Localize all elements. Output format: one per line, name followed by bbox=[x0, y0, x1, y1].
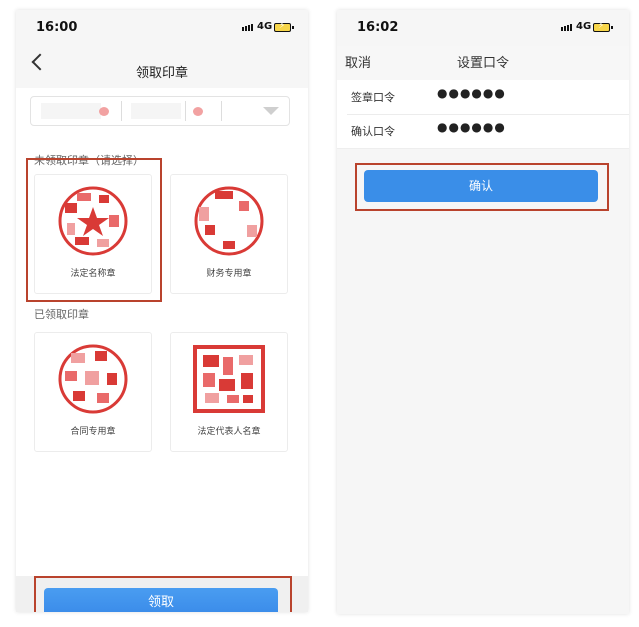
seal-card-finance[interactable]: 财务专用章 bbox=[170, 174, 288, 294]
seal-image bbox=[193, 345, 265, 413]
status-bar: 16:02 4G ⚡ bbox=[337, 10, 629, 46]
seal-panel: 未领取印章（请选择） 法定名称章 财务专用章 已领取印章 合同专用章 法定代表人… bbox=[16, 88, 308, 576]
peach-icon bbox=[193, 107, 203, 116]
network-label: 4G bbox=[257, 21, 273, 32]
confirm-password-row[interactable]: 确认口令 ●●●●●● bbox=[337, 114, 629, 148]
claimed-section-title: 已领取印章 bbox=[34, 308, 89, 321]
status-time: 16:02 bbox=[357, 20, 399, 35]
signal-icon bbox=[561, 24, 572, 31]
signal-icon bbox=[242, 24, 253, 31]
confirm-password-label: 确认口令 bbox=[351, 125, 395, 138]
seal-image bbox=[58, 344, 128, 414]
seal-name: 法定代表人名章 bbox=[197, 427, 261, 437]
nav-bar: 取消 设置口令 bbox=[337, 46, 629, 80]
confirm-password-field[interactable]: ●●●●●● bbox=[437, 120, 506, 134]
highlight-box bbox=[26, 158, 162, 302]
chevron-down-icon[interactable] bbox=[263, 107, 279, 115]
password-field[interactable]: ●●●●●● bbox=[437, 86, 506, 100]
battery-icon: ⚡ bbox=[593, 21, 613, 32]
password-label: 签章口令 bbox=[351, 91, 395, 104]
highlight-box bbox=[355, 163, 609, 211]
seal-name: 财务专用章 bbox=[206, 269, 252, 279]
seal-card-contract[interactable]: 合同专用章 bbox=[34, 332, 152, 452]
network-label: 4G bbox=[576, 21, 592, 32]
status-time: 16:00 bbox=[36, 20, 78, 35]
battery-icon: ⚡ bbox=[274, 21, 294, 32]
status-bar: 16:00 4G ⚡ bbox=[16, 10, 308, 46]
highlight-box bbox=[34, 576, 292, 612]
seal-card-legal-rep[interactable]: 法定代表人名章 bbox=[170, 332, 288, 452]
page-title: 领取印章 bbox=[135, 66, 188, 81]
phone-claim-seal: 16:00 4G ⚡ 领取印章 未领取印章（请选择） 法定名称章 财务专用章 已… bbox=[16, 10, 308, 612]
nav-bar: 领取印章 bbox=[16, 46, 308, 88]
phone-set-password: 16:02 4G ⚡ 取消 设置口令 签章口令 ●●●●●● 确认口令 ●●●●… bbox=[337, 10, 629, 614]
company-selector[interactable] bbox=[30, 96, 290, 126]
page-title: 设置口令 bbox=[456, 56, 509, 71]
peach-icon bbox=[99, 107, 109, 116]
password-form: 签章口令 ●●●●●● 确认口令 ●●●●●● bbox=[337, 80, 629, 149]
password-row[interactable]: 签章口令 ●●●●●● bbox=[337, 80, 629, 114]
seal-name: 合同专用章 bbox=[70, 427, 116, 437]
seal-image bbox=[194, 186, 264, 256]
